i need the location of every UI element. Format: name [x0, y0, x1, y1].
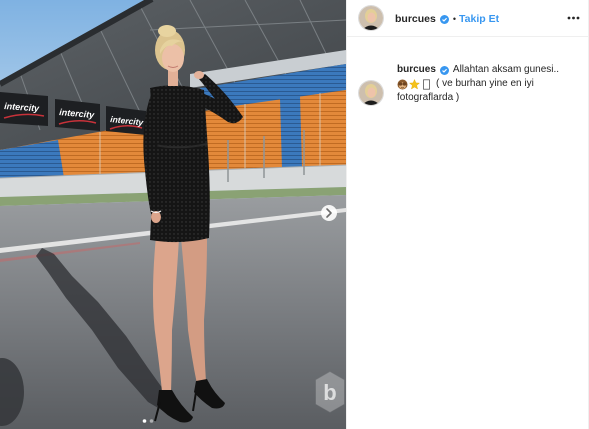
stand-section-blue — [280, 96, 302, 169]
carousel-dot — [142, 419, 147, 423]
missing-glyph-icon — [421, 78, 432, 90]
profile-avatar-icon[interactable] — [359, 81, 383, 105]
caption-line-1: Allahtan aksam gunesi.. — [452, 64, 560, 75]
banner-3: intercity — [106, 106, 146, 135]
caption-line-2: ( ve burhan yine en iyi — [436, 78, 534, 89]
banner-2: intercity — [55, 99, 100, 131]
watermark-logo: b — [315, 371, 345, 413]
caption-line: burcues Allahtan aksam gunesi.. — [397, 63, 582, 77]
post-header: burcues • Takip Et — [347, 0, 588, 37]
post-photo-image: intercity intercity intercity b — [0, 0, 346, 429]
header-separator: • — [452, 14, 457, 24]
see-no-evil-monkey-icon — [397, 79, 408, 90]
post-photo: intercity intercity intercity b — [0, 0, 346, 429]
banner-1: intercity — [0, 92, 48, 126]
caption-line-3: fotograflarda ) — [397, 92, 460, 103]
caption-line: fotograflarda ) — [397, 91, 582, 105]
more-options-icon[interactable] — [567, 16, 580, 20]
header-username[interactable]: burcues — [395, 13, 436, 25]
caption-username[interactable]: burcues — [397, 63, 436, 77]
caption-line: ( ve burhan yine en iyi — [397, 77, 582, 91]
verified-badge-icon — [439, 14, 449, 24]
carousel-dot — [149, 419, 154, 423]
star-icon — [409, 78, 420, 90]
verified-badge-icon — [439, 65, 449, 75]
next-photo-button[interactable] — [321, 205, 337, 221]
post-side-panel: burcues • Takip Et burcues Allahtan aksa… — [346, 0, 589, 429]
watermark-letter: b — [323, 380, 336, 405]
header-user-row: burcues • Takip Et — [395, 11, 499, 27]
profile-avatar-icon[interactable] — [359, 6, 383, 30]
follow-button[interactable]: Takip Et — [459, 13, 499, 25]
caption-text: burcues Allahtan aksam gunesi.. (ve bur… — [397, 63, 582, 105]
